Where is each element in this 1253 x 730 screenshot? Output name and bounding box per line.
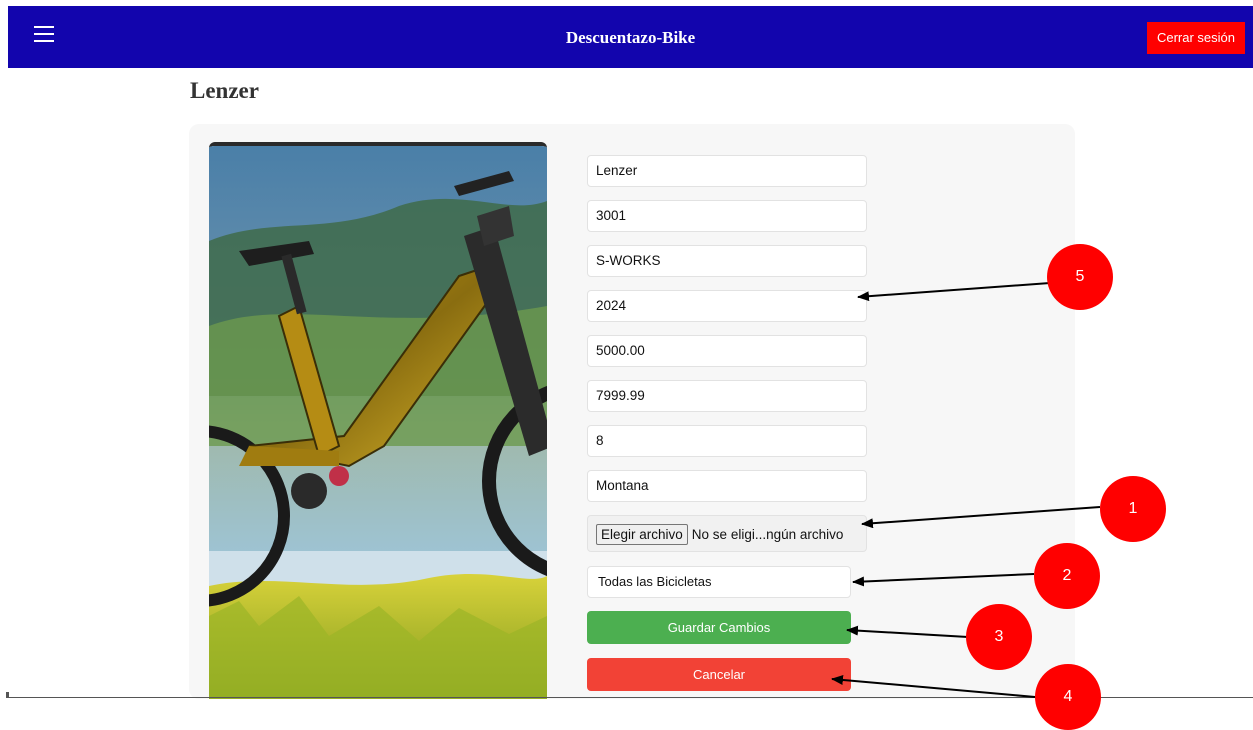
file-status-text: No se eligi...ngún archivo <box>691 526 844 542</box>
edit-product-card: Lenzer 3001 S-WORKS 2024 5000.00 7999.99… <box>189 124 1075 699</box>
annotation-badge-3: 3 <box>966 604 1032 670</box>
page-title: Lenzer <box>190 78 259 103</box>
annotation-badge-2: 2 <box>1034 543 1100 609</box>
type-input[interactable]: Montana <box>587 470 867 502</box>
cancel-button[interactable]: Cancelar <box>587 658 851 691</box>
annotation-badge-4: 4 <box>1035 664 1101 730</box>
top-navbar: Descuentazo-Bike Cerrar sesión <box>8 6 1253 68</box>
cost-price-input[interactable]: 5000.00 <box>587 335 867 367</box>
logout-button[interactable]: Cerrar sesión <box>1147 22 1245 54</box>
save-changes-button[interactable]: Guardar Cambios <box>587 611 851 644</box>
brand-title: Descuentazo-Bike <box>565 28 696 47</box>
name-input[interactable]: Lenzer <box>587 155 867 187</box>
annotation-badge-1: 1 <box>1100 476 1166 542</box>
year-input[interactable]: 2024 <box>587 290 867 322</box>
choose-file-button[interactable]: Elegir archivo <box>596 523 688 545</box>
category-select[interactable]: Todas las Bicicletas <box>587 566 851 598</box>
code-input[interactable]: 3001 <box>587 200 867 232</box>
annotation-badge-5: 5 <box>1047 244 1113 310</box>
sale-price-input[interactable]: 7999.99 <box>587 380 867 412</box>
brand-input[interactable]: S-WORKS <box>587 245 867 277</box>
product-image <box>209 142 547 699</box>
file-upload-input[interactable]: Elegir archivo No se eligi...ngún archivo <box>587 515 867 552</box>
stock-input[interactable]: 8 <box>587 425 867 457</box>
